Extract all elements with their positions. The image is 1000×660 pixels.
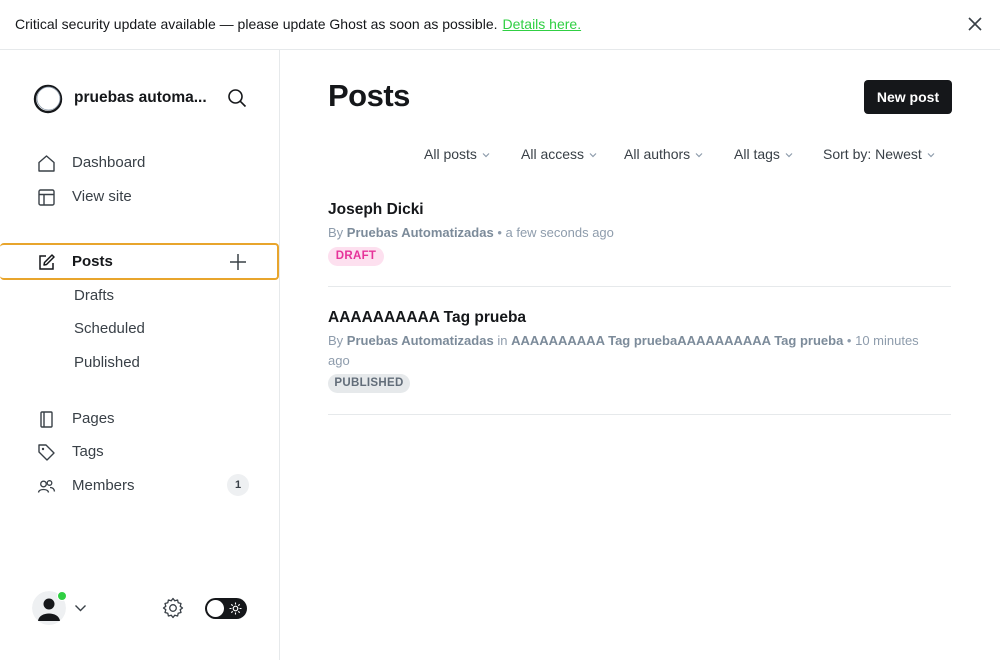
filter-authors-label: All authors: [624, 146, 691, 162]
chevron-down-icon: [695, 153, 703, 158]
nav-dashboard-label: Dashboard: [72, 154, 146, 171]
layout-icon: [38, 189, 55, 206]
post-in: in: [497, 333, 508, 348]
filter-sort[interactable]: Sort by: Newest: [823, 146, 935, 162]
post-author: Pruebas Automatizadas: [346, 333, 494, 348]
page-title: Posts: [328, 78, 410, 113]
post-by: By: [328, 225, 344, 240]
nav-view-site-label: View site: [72, 188, 132, 205]
site-logo-icon[interactable]: [32, 83, 64, 115]
post-by: By: [328, 333, 344, 348]
site-title[interactable]: pruebas automa...: [74, 89, 207, 107]
online-status-dot: [57, 591, 67, 601]
post-tag: AAAAAAAAAA Tag pruebaAAAAAAAAAA Tag prue…: [511, 333, 844, 348]
status-badge: PUBLISHED: [328, 374, 410, 393]
nav-view-site[interactable]: View site: [0, 180, 280, 214]
nav-tags-label: Tags: [72, 443, 104, 460]
filter-authors[interactable]: All authors: [624, 146, 703, 162]
sub-item-scheduled[interactable]: Scheduled: [74, 320, 145, 337]
close-icon[interactable]: [966, 15, 984, 33]
tag-icon: [38, 444, 55, 461]
sub-item-published[interactable]: Published: [74, 354, 140, 371]
home-icon: [38, 155, 55, 172]
nav-pages-label: Pages: [72, 410, 115, 427]
filter-access[interactable]: All access: [521, 146, 597, 162]
plus-icon[interactable]: [228, 252, 248, 272]
members-count-badge: 1: [227, 474, 249, 496]
banner-message: Critical security update available — ple…: [15, 16, 581, 32]
post-title: AAAAAAAAAA Tag prueba: [328, 309, 527, 326]
filter-sort-label: Sort by: Newest: [823, 146, 922, 162]
search-icon[interactable]: [227, 88, 247, 108]
nav-members-label: Members: [72, 477, 135, 494]
post-title: Joseph Dicki: [328, 201, 424, 218]
members-icon: [37, 480, 56, 493]
edit-icon: [39, 254, 55, 270]
post-time: a few seconds ago: [505, 225, 614, 240]
nav-tags[interactable]: Tags: [0, 435, 280, 469]
theme-toggle[interactable]: [205, 598, 247, 619]
sun-icon: [229, 602, 242, 615]
chevron-down-icon: [785, 153, 793, 158]
post-list-item[interactable]: AAAAAAAAAA Tag prueba By Pruebas Automat…: [328, 287, 951, 415]
post-list-item[interactable]: Joseph Dicki By Pruebas Automatizadas • …: [328, 190, 951, 287]
chevron-down-icon: [589, 153, 597, 158]
nav-dashboard[interactable]: Dashboard: [0, 146, 280, 180]
chevron-down-icon: [482, 153, 490, 158]
filter-tags-label: All tags: [734, 146, 780, 162]
banner-details-link[interactable]: Details here.: [503, 16, 582, 32]
filter-type-label: All posts: [424, 146, 477, 162]
banner-text: Critical security update available — ple…: [15, 16, 498, 32]
post-author: Pruebas Automatizadas: [346, 225, 494, 240]
filter-type[interactable]: All posts: [424, 146, 490, 162]
nav-pages[interactable]: Pages: [0, 402, 280, 436]
nav-posts-label: Posts: [72, 253, 113, 270]
new-post-button[interactable]: New post: [864, 80, 952, 114]
sub-item-drafts[interactable]: Drafts: [74, 287, 114, 304]
filter-tags[interactable]: All tags: [734, 146, 793, 162]
sidebar: pruebas automa... Dashboard View site Po…: [0, 50, 280, 660]
gear-icon[interactable]: [162, 597, 184, 619]
post-meta: By Pruebas Automatizadas in AAAAAAAAAA T…: [328, 333, 919, 368]
page-icon: [40, 411, 53, 428]
status-badge: DRAFT: [328, 247, 384, 266]
chevron-down-icon: [927, 153, 935, 158]
post-meta: By Pruebas Automatizadas • a few seconds…: [328, 225, 614, 240]
chevron-down-icon[interactable]: [74, 603, 87, 613]
filter-access-label: All access: [521, 146, 585, 162]
nav-posts[interactable]: Posts: [0, 243, 279, 280]
security-banner: Critical security update available — ple…: [0, 0, 1000, 50]
toggle-knob: [207, 600, 224, 617]
nav-members[interactable]: Members 1: [0, 469, 280, 503]
